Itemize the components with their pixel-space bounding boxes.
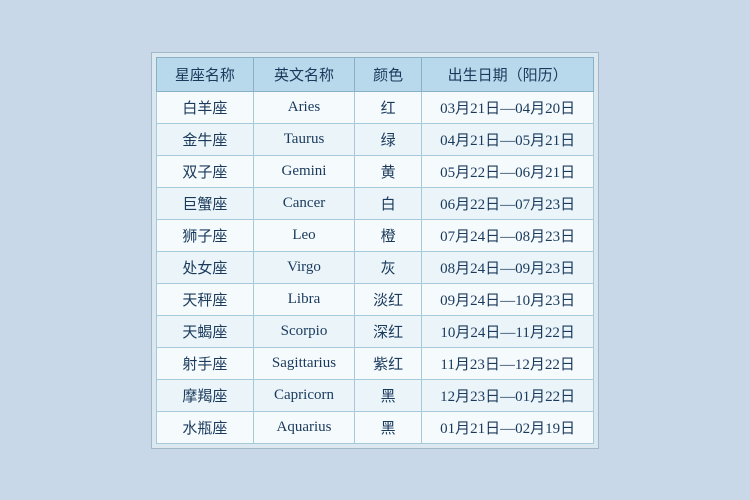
cell-color: 紫红: [355, 347, 422, 379]
col-header-dates: 出生日期（阳历）: [422, 57, 594, 91]
table-row: 摩羯座Capricorn黑12月23日—01月22日: [156, 379, 593, 411]
cell-dates: 11月23日—12月22日: [422, 347, 594, 379]
cell-english-name: Libra: [253, 283, 354, 315]
table-row: 处女座Virgo灰08月24日—09月23日: [156, 251, 593, 283]
cell-english-name: Scorpio: [253, 315, 354, 347]
cell-english-name: Leo: [253, 219, 354, 251]
cell-english-name: Sagittarius: [253, 347, 354, 379]
cell-chinese-name: 狮子座: [156, 219, 253, 251]
col-header-chinese: 星座名称: [156, 57, 253, 91]
cell-dates: 04月21日—05月21日: [422, 123, 594, 155]
cell-color: 橙: [355, 219, 422, 251]
table-row: 金牛座Taurus绿04月21日—05月21日: [156, 123, 593, 155]
cell-color: 黑: [355, 411, 422, 443]
cell-chinese-name: 天蝎座: [156, 315, 253, 347]
table-row: 射手座Sagittarius紫红11月23日—12月22日: [156, 347, 593, 379]
cell-color: 深红: [355, 315, 422, 347]
cell-dates: 09月24日—10月23日: [422, 283, 594, 315]
cell-english-name: Gemini: [253, 155, 354, 187]
cell-english-name: Capricorn: [253, 379, 354, 411]
zodiac-table: 星座名称 英文名称 颜色 出生日期（阳历） 白羊座Aries红03月21日—04…: [156, 57, 594, 444]
cell-color: 白: [355, 187, 422, 219]
cell-color: 绿: [355, 123, 422, 155]
cell-chinese-name: 天秤座: [156, 283, 253, 315]
table-row: 白羊座Aries红03月21日—04月20日: [156, 91, 593, 123]
cell-chinese-name: 白羊座: [156, 91, 253, 123]
cell-chinese-name: 摩羯座: [156, 379, 253, 411]
cell-chinese-name: 水瓶座: [156, 411, 253, 443]
cell-color: 黑: [355, 379, 422, 411]
table-row: 天秤座Libra淡红09月24日—10月23日: [156, 283, 593, 315]
cell-dates: 06月22日—07月23日: [422, 187, 594, 219]
table-header-row: 星座名称 英文名称 颜色 出生日期（阳历）: [156, 57, 593, 91]
cell-dates: 10月24日—11月22日: [422, 315, 594, 347]
cell-dates: 07月24日—08月23日: [422, 219, 594, 251]
col-header-english: 英文名称: [253, 57, 354, 91]
cell-dates: 01月21日—02月19日: [422, 411, 594, 443]
cell-dates: 12月23日—01月22日: [422, 379, 594, 411]
cell-english-name: Cancer: [253, 187, 354, 219]
cell-color: 淡红: [355, 283, 422, 315]
cell-english-name: Taurus: [253, 123, 354, 155]
cell-dates: 03月21日—04月20日: [422, 91, 594, 123]
table-row: 狮子座Leo橙07月24日—08月23日: [156, 219, 593, 251]
cell-english-name: Aries: [253, 91, 354, 123]
table-row: 巨蟹座Cancer白06月22日—07月23日: [156, 187, 593, 219]
cell-english-name: Virgo: [253, 251, 354, 283]
table-row: 天蝎座Scorpio深红10月24日—11月22日: [156, 315, 593, 347]
cell-english-name: Aquarius: [253, 411, 354, 443]
zodiac-table-wrapper: 星座名称 英文名称 颜色 出生日期（阳历） 白羊座Aries红03月21日—04…: [151, 52, 599, 449]
cell-chinese-name: 射手座: [156, 347, 253, 379]
cell-chinese-name: 处女座: [156, 251, 253, 283]
cell-chinese-name: 巨蟹座: [156, 187, 253, 219]
cell-chinese-name: 双子座: [156, 155, 253, 187]
cell-dates: 05月22日—06月21日: [422, 155, 594, 187]
cell-chinese-name: 金牛座: [156, 123, 253, 155]
cell-color: 红: [355, 91, 422, 123]
cell-color: 黄: [355, 155, 422, 187]
cell-color: 灰: [355, 251, 422, 283]
col-header-color: 颜色: [355, 57, 422, 91]
cell-dates: 08月24日—09月23日: [422, 251, 594, 283]
table-row: 水瓶座Aquarius黑01月21日—02月19日: [156, 411, 593, 443]
table-row: 双子座Gemini黄05月22日—06月21日: [156, 155, 593, 187]
